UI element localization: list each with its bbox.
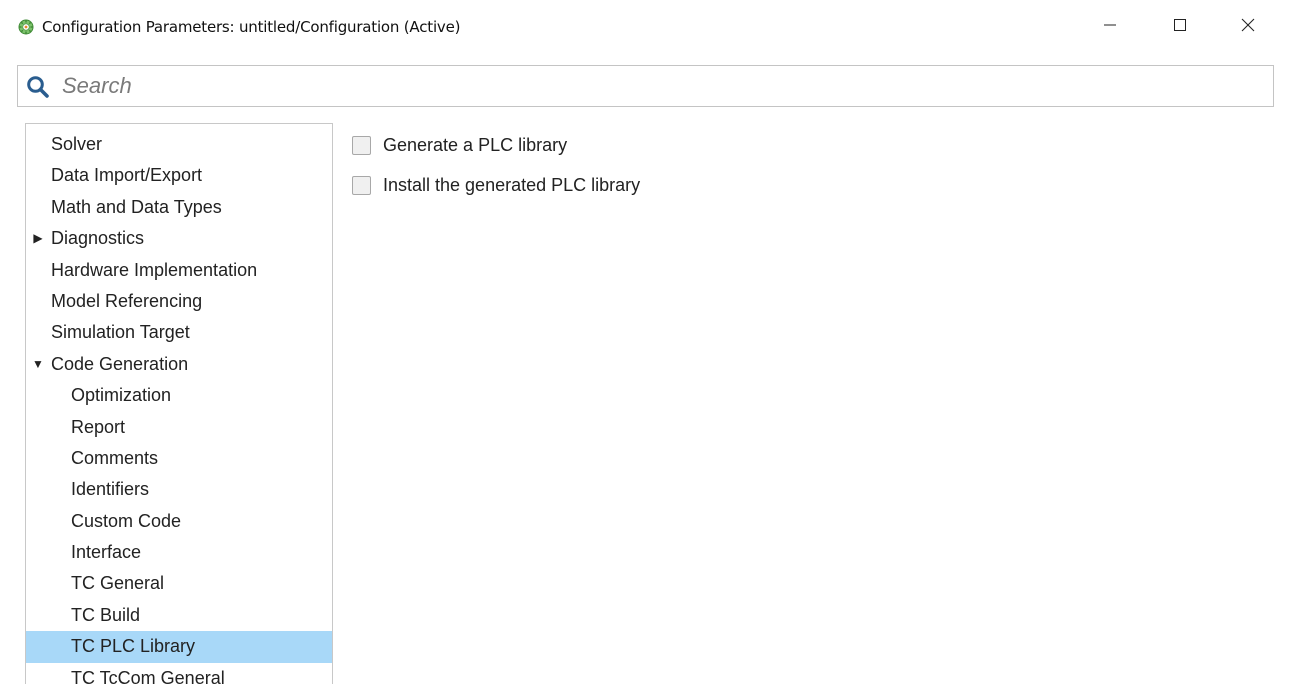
tree-item-interface[interactable]: Interface — [26, 537, 332, 568]
maximize-icon — [1173, 18, 1187, 37]
tree-item-identifiers[interactable]: Identifiers — [26, 474, 332, 505]
title-bar[interactable]: Configuration Parameters: untitled/Confi… — [0, 0, 1291, 52]
maximize-button[interactable] — [1158, 12, 1202, 42]
tree-item-label: Diagnostics — [51, 228, 145, 249]
expanded-arrow-icon[interactable]: ▼ — [31, 349, 45, 380]
minimize-icon — [1103, 18, 1117, 37]
tree-item-comments[interactable]: Comments — [26, 443, 332, 474]
tree-item-report[interactable]: Report — [26, 412, 332, 443]
category-tree[interactable]: Solver Data Import/Export Math and Data Ty… — [25, 123, 333, 684]
tree-item-label: Code Generation — [51, 353, 189, 374]
tree-item-optimization[interactable]: Optimization — [26, 380, 332, 411]
tree-item-label: Data Import/Export — [51, 165, 203, 186]
search-icon — [26, 75, 50, 99]
tree-item-label: TC General — [71, 573, 165, 594]
tree-item-label: Custom Code — [71, 510, 182, 531]
tree-item-code-generation[interactable]: ▼ Code Generation — [26, 349, 332, 380]
collapsed-arrow-icon[interactable]: ▶ — [31, 223, 45, 254]
tree-item-simulation-target[interactable]: Simulation Target — [26, 317, 332, 348]
tree-item-math-and-data-types[interactable]: Math and Data Types — [26, 192, 332, 223]
tree-item-model-referencing[interactable]: Model Referencing — [26, 286, 332, 317]
tree-item-label: Identifiers — [71, 479, 150, 500]
close-button[interactable] — [1226, 12, 1270, 42]
install-plc-library-checkbox[interactable] — [352, 175, 371, 195]
tree-item-diagnostics[interactable]: ▶ Diagnostics — [26, 223, 332, 254]
tree-item-tc-build[interactable]: TC Build — [26, 600, 332, 631]
tree-item-label: Math and Data Types — [51, 196, 222, 217]
search-box[interactable] — [17, 65, 1274, 107]
generate-plc-library-checkbox[interactable] — [352, 135, 371, 155]
tree-item-tc-tccom-general[interactable]: TC TcCom General — [26, 663, 332, 684]
tree-item-hardware-implementation[interactable]: Hardware Implementation — [26, 255, 332, 286]
install-plc-library-option[interactable]: Install the generated PLC library — [352, 173, 640, 197]
tree-item-custom-code[interactable]: Custom Code — [26, 506, 332, 537]
tree-item-label: Report — [71, 416, 126, 437]
generate-plc-library-option[interactable]: Generate a PLC library — [352, 133, 567, 157]
tree-item-data-import-export[interactable]: Data Import/Export — [26, 160, 332, 191]
tree-item-tc-plc-library[interactable]: TC PLC Library — [26, 631, 332, 663]
settings-pane: Generate a PLC library Install the gener… — [340, 123, 1280, 683]
tree-item-solver[interactable]: Solver — [26, 129, 332, 160]
search-input[interactable] — [62, 72, 1252, 100]
tree-item-label: Model Referencing — [51, 290, 203, 311]
install-plc-library-label: Install the generated PLC library — [383, 174, 641, 195]
minimize-button[interactable] — [1088, 12, 1132, 42]
tree-item-label: Comments — [71, 447, 159, 468]
tree-item-label: Solver — [51, 134, 103, 154]
close-icon — [1241, 18, 1255, 37]
simulink-gear-icon — [18, 19, 34, 35]
tree-item-label: TC Build — [71, 604, 141, 625]
tree-item-label: TC TcCom General — [71, 667, 225, 684]
tree-item-label: Interface — [71, 542, 142, 563]
tree-item-tc-general[interactable]: TC General — [26, 568, 332, 599]
tree-item-label: TC PLC Library — [71, 636, 196, 657]
window-title: Configuration Parameters: untitled/Confi… — [42, 18, 461, 36]
tree-item-label: Optimization — [71, 385, 172, 406]
tree-list: Solver Data Import/Export Math and Data Ty… — [26, 129, 332, 684]
tree-item-label: Hardware Implementation — [51, 259, 258, 280]
generate-plc-library-label: Generate a PLC library — [383, 134, 568, 155]
configuration-parameters-window: Configuration Parameters: untitled/Confi… — [0, 0, 1291, 684]
tree-item-label: Simulation Target — [51, 322, 190, 343]
